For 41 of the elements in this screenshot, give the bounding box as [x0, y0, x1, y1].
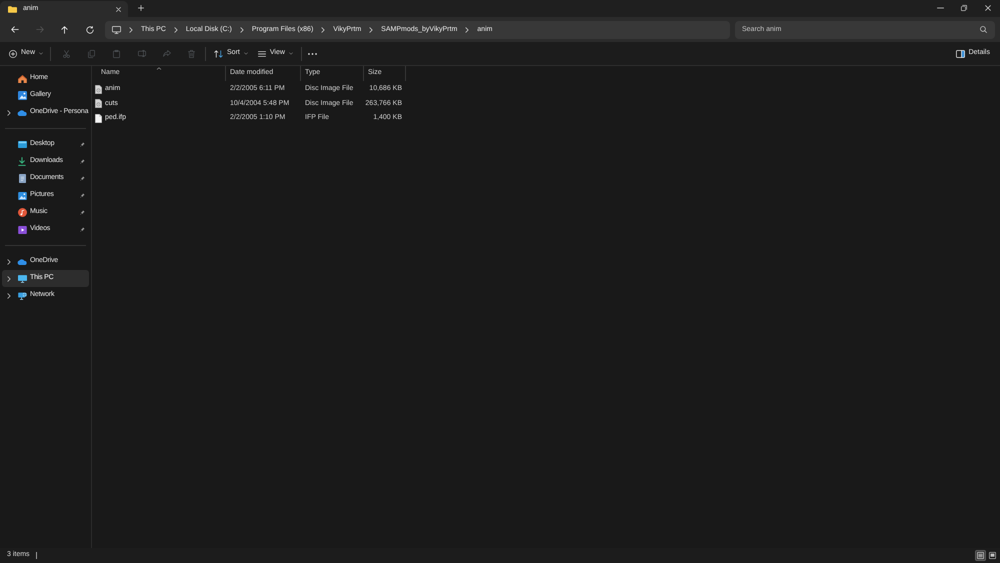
monitor-icon	[18, 274, 26, 282]
cloud-icon	[17, 258, 27, 264]
details-pane-icon	[956, 50, 965, 58]
house-icon	[18, 74, 26, 82]
tile-view-icon	[989, 552, 996, 559]
chevron-right-icon	[321, 26, 326, 32]
close-icon	[985, 5, 991, 11]
desktop-icon	[18, 141, 26, 148]
caret-icon	[244, 52, 248, 55]
tiles-view-button[interactable]	[987, 550, 998, 561]
new-tab-button[interactable]	[135, 3, 147, 13]
disc-image-file-icon	[95, 99, 102, 108]
restore-icon	[961, 5, 967, 11]
chevron-right-icon	[465, 26, 470, 32]
details-list-icon	[977, 552, 984, 559]
search-icon	[980, 26, 987, 33]
chevron-right-icon	[174, 26, 178, 32]
folder-icon	[8, 6, 17, 12]
details-view-button[interactable]	[975, 550, 986, 561]
list-lines-icon	[258, 50, 266, 56]
chevron-right-icon	[240, 26, 244, 32]
disc-image-file-icon	[95, 84, 102, 94]
close-icon	[116, 6, 120, 12]
sort-arrows-icon	[214, 50, 224, 58]
chevron-right-icon	[369, 26, 374, 32]
chevron-right-icon	[129, 26, 133, 32]
caret-icon	[39, 52, 44, 55]
cloud-icon	[17, 110, 27, 116]
minimize-icon	[936, 7, 944, 9]
plus-icon	[138, 5, 144, 11]
document-icon	[18, 174, 26, 183]
plus-circle-icon	[9, 50, 17, 58]
music-note-icon	[18, 208, 26, 217]
caret-icon	[288, 52, 293, 55]
network-icon	[18, 292, 26, 300]
video-icon	[18, 226, 26, 234]
download-arrow-icon	[18, 157, 26, 166]
monitor-icon	[112, 26, 121, 34]
picture-icon	[18, 192, 26, 200]
gallery-picture-icon	[18, 91, 26, 100]
file-icon	[95, 114, 102, 123]
